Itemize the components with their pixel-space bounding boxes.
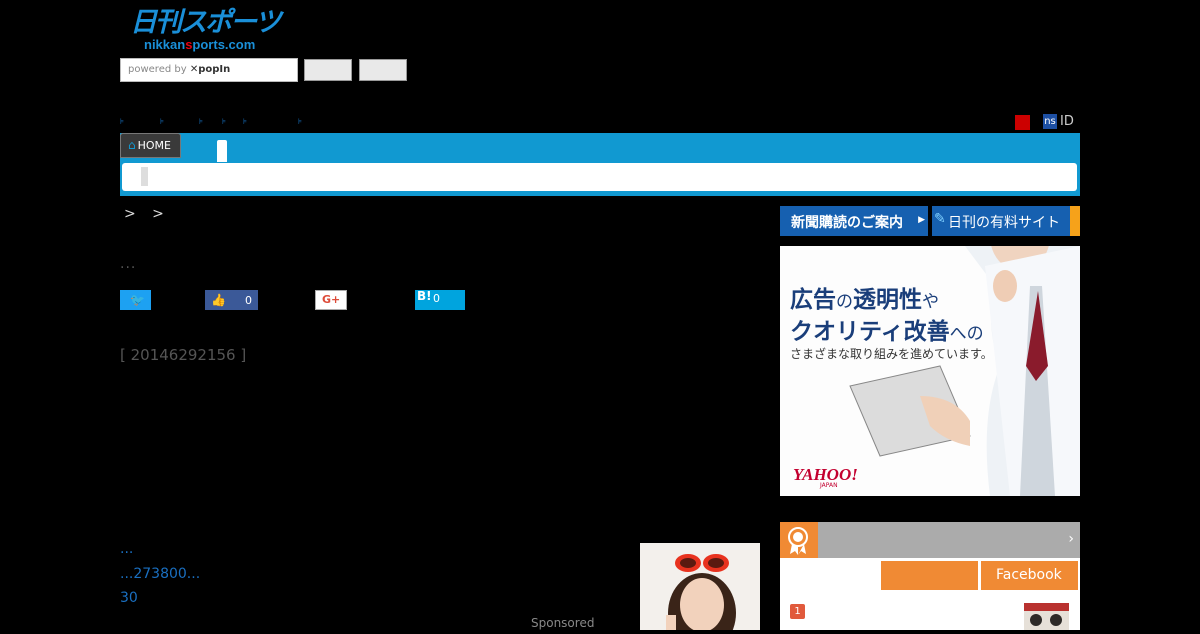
person-photo-icon <box>640 543 760 630</box>
sponsored-label: Sponsored <box>531 616 595 630</box>
ranking-medal-icon <box>780 522 818 558</box>
sponsored-thumbnail[interactable] <box>640 543 760 630</box>
logo-english: nikkansports.com <box>144 37 256 52</box>
sub-nav-item[interactable] <box>141 167 148 186</box>
home-icon: ⌂ <box>128 138 136 152</box>
search-button[interactable] <box>304 59 352 81</box>
top-nav-link[interactable]: ⊧ <box>298 117 302 126</box>
twitter-bird-icon: 🐦 <box>130 293 145 307</box>
logo-japanese: 日刊スポーツ <box>130 7 281 38</box>
tab-active[interactable] <box>217 140 227 162</box>
top-nav-link[interactable]: ⊧ <box>199 117 203 126</box>
article-title: ... <box>120 256 137 272</box>
site-logo[interactable]: 日刊スポーツ nikkansports.com <box>130 8 290 56</box>
related-link[interactable]: ...273800... <box>120 566 200 582</box>
rank-number-badge: 1 <box>790 604 805 619</box>
ranking-tab-facebook[interactable]: Facebook <box>981 561 1078 590</box>
ad-headline-2: クオリティ改善への <box>790 319 984 345</box>
hatena-count: 0 <box>433 292 440 305</box>
related-link[interactable]: ... <box>120 541 133 557</box>
ad-subtext: さまざまな取り組みを進めています。 <box>790 347 993 361</box>
related-link[interactable]: 30 <box>120 590 138 606</box>
search-option-button[interactable] <box>359 59 407 81</box>
twitter-share-button[interactable]: 🐦 <box>120 290 151 310</box>
newspaper-subscribe-button[interactable]: 新聞購読のご案内 ▶ <box>780 206 928 236</box>
google-plus-icon: G+ <box>322 293 341 306</box>
hatena-icon: B! <box>417 289 432 303</box>
sub-nav-bar <box>122 163 1077 191</box>
search-input[interactable]: powered by ✕popIn <box>120 58 298 82</box>
top-nav-link[interactable]: ⊧ <box>160 117 164 126</box>
red-square-icon[interactable] <box>1015 115 1030 130</box>
search-placeholder: powered by ✕popIn <box>128 64 231 75</box>
yahoo-logo-sub: JAPAN <box>820 482 838 489</box>
top-nav-link[interactable]: ⊧ <box>222 117 226 126</box>
ranking-header[interactable]: › <box>780 522 1080 558</box>
top-nav-link[interactable]: ⊧ <box>120 117 124 126</box>
yahoo-ad-banner[interactable]: 広告の透明性や クオリティ改善への さまざまな取り組みを進めています。 YAHO… <box>780 246 1080 496</box>
google-plus-button[interactable]: G+ <box>315 290 347 310</box>
breadcrumb[interactable]: > > <box>124 206 170 222</box>
chevron-right-icon: › <box>1068 531 1074 547</box>
tab-home[interactable]: ⌂ HOME <box>120 133 181 158</box>
ad-headline-1: 広告の透明性や <box>790 287 939 313</box>
article-date: [ 20146292156 ] <box>120 346 247 364</box>
login-id-link[interactable]: ID <box>1060 114 1074 129</box>
ns-badge[interactable]: ns <box>1043 114 1057 129</box>
caret-right-icon: ▶ <box>918 215 925 225</box>
facebook-like-button[interactable]: 👍 0 <box>205 290 258 310</box>
ranking-tab[interactable] <box>881 561 978 590</box>
hatena-bookmark-button[interactable]: B! 0 <box>415 289 465 310</box>
pen-icon: ✎ <box>934 211 946 227</box>
paid-site-button[interactable]: ✎ 日刊の有料サイト <box>932 206 1080 236</box>
ranking-thumbnail[interactable] <box>1024 603 1069 630</box>
like-count: 0 <box>245 294 252 307</box>
top-nav-link[interactable]: ⊧ <box>243 117 247 126</box>
thumbs-up-icon: 👍 <box>211 293 226 307</box>
